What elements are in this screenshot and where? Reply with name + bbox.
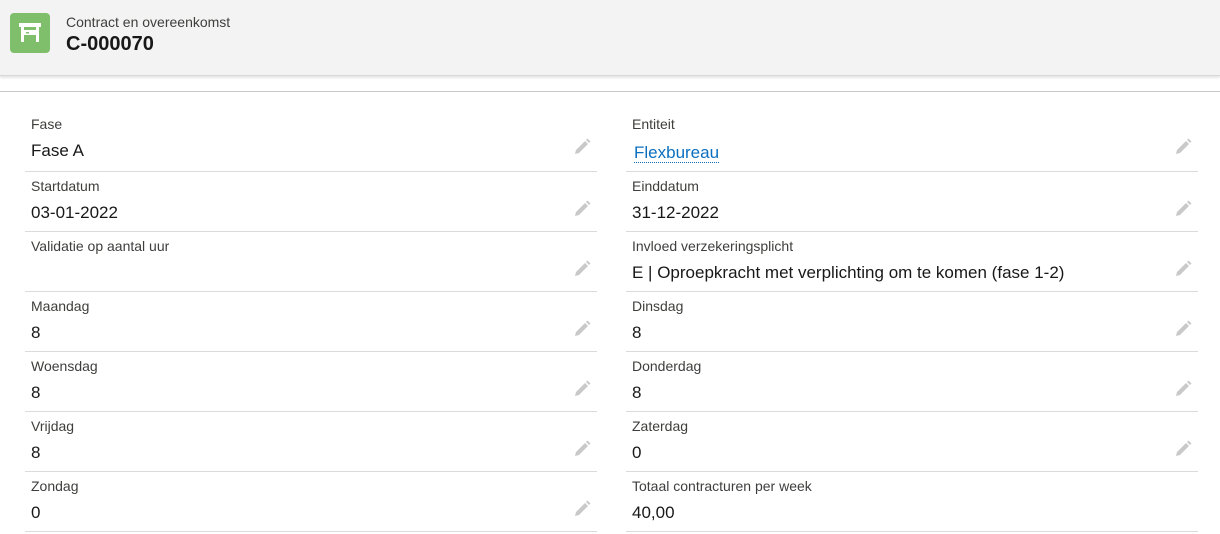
field-value: 40,00	[632, 503, 675, 522]
field-label: Invloed verzekeringsplicht	[632, 238, 794, 254]
field-einddatum: Einddatum 31-12-2022	[626, 172, 1198, 232]
field-value: 03-01-2022	[31, 203, 118, 222]
field-value: 8	[632, 383, 642, 402]
field-value: 0	[31, 503, 41, 522]
field-zondag: Zondag 0	[25, 472, 597, 532]
field-label: Totaal contracturen per week	[632, 478, 812, 494]
field-label: Maandag	[31, 298, 90, 314]
pencil-icon[interactable]	[1174, 380, 1192, 398]
entiteit-link[interactable]: Flexbureau	[634, 143, 720, 163]
field-value: 31-12-2022	[632, 203, 719, 222]
field-startdatum: Startdatum 03-01-2022	[25, 172, 597, 232]
fields-column-left: Fase Fase A Startdatum 03-01-2022 Valida…	[25, 110, 597, 532]
field-value: 8	[632, 323, 642, 342]
fields-column-right: Entiteit Flexbureau Einddatum 31-12-2022…	[626, 110, 1198, 532]
pencil-icon[interactable]	[1174, 320, 1192, 338]
pencil-icon[interactable]	[573, 500, 591, 518]
record-title: C-000070	[66, 33, 154, 55]
pencil-icon[interactable]	[573, 320, 591, 338]
field-label: Validatie op aantal uur	[31, 238, 170, 254]
field-value: 8	[31, 323, 41, 342]
field-label: Donderdag	[632, 358, 702, 374]
field-vrijdag: Vrijdag 8	[25, 412, 597, 472]
field-label: Fase	[31, 116, 63, 132]
field-label: Zondag	[31, 478, 79, 494]
pencil-icon[interactable]	[573, 260, 591, 278]
field-label: Dinsdag	[632, 298, 684, 314]
field-validatie-op-aantal-uur: Validatie op aantal uur	[25, 232, 597, 292]
field-woensdag: Woensdag 8	[25, 352, 597, 412]
object-type-label: Contract en overeenkomst	[66, 14, 231, 30]
field-zaterdag: Zaterdag 0	[626, 412, 1198, 472]
pencil-icon[interactable]	[1174, 260, 1192, 278]
field-donderdag: Donderdag 8	[626, 352, 1198, 412]
field-label: Vrijdag	[31, 418, 75, 434]
field-label: Startdatum	[31, 178, 100, 194]
field-dinsdag: Dinsdag 8	[626, 292, 1198, 352]
pencil-icon[interactable]	[1174, 138, 1192, 156]
pencil-icon[interactable]	[1174, 440, 1192, 458]
divider	[0, 91, 1220, 92]
pencil-icon[interactable]	[573, 440, 591, 458]
field-value: Fase A	[31, 141, 84, 160]
field-label: Einddatum	[632, 178, 699, 194]
pencil-icon[interactable]	[573, 200, 591, 218]
field-fase: Fase Fase A	[25, 110, 597, 172]
field-entiteit: Entiteit Flexbureau	[626, 110, 1198, 172]
pencil-icon[interactable]	[573, 380, 591, 398]
record-header: Contract en overeenkomst C-000070	[0, 0, 1220, 76]
field-totaal-contracturen-per-week: Totaal contracturen per week 40,00	[626, 472, 1198, 532]
field-label: Zaterdag	[632, 418, 689, 434]
field-value: 8	[31, 443, 41, 462]
field-value: E | Oproepkracht met verplichting om te …	[632, 263, 1065, 282]
field-label: Woensdag	[31, 358, 98, 374]
field-value: 0	[632, 443, 642, 462]
field-invloed-verzekeringsplicht: Invloed verzekeringsplicht E | Oproepkra…	[626, 232, 1198, 292]
field-label: Entiteit	[632, 116, 675, 132]
pencil-icon[interactable]	[1174, 200, 1192, 218]
contract-icon	[10, 13, 50, 53]
field-maandag: Maandag 8	[25, 292, 597, 352]
pencil-icon[interactable]	[573, 138, 591, 156]
field-value: 8	[31, 383, 41, 402]
